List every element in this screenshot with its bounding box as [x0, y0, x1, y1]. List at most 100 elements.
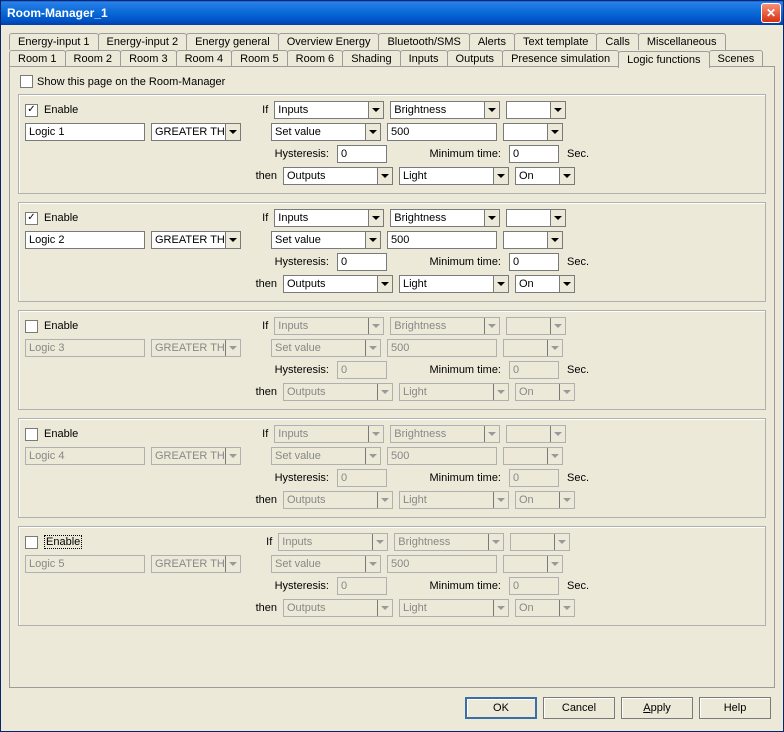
- enable-checkbox-3[interactable]: ✓: [25, 320, 38, 333]
- then-target-select-2[interactable]: Outputs: [283, 275, 393, 293]
- if-extra-select-5: [510, 533, 570, 551]
- then-action-select-2[interactable]: On: [515, 275, 575, 293]
- operator-select-1[interactable]: GREATER THAN: [151, 123, 241, 141]
- apply-button[interactable]: Apply: [621, 697, 693, 719]
- logic-group-2: ✓ Enable If Inputs Brightness Logic 2 GR…: [18, 202, 766, 302]
- enable-checkbox-2[interactable]: ✓: [25, 212, 38, 225]
- compare-value-input-2[interactable]: 500: [387, 231, 497, 249]
- enable-checkbox-5[interactable]: ✓: [25, 536, 38, 549]
- tab-calls[interactable]: Calls: [596, 33, 638, 50]
- chevron-down-icon: [554, 534, 569, 550]
- if-signal-select-2[interactable]: Brightness: [390, 209, 500, 227]
- tab-text-template[interactable]: Text template: [514, 33, 597, 50]
- hysteresis-label: Hysteresis:: [271, 580, 331, 592]
- chevron-down-icon: [550, 426, 565, 442]
- chevron-down-icon: [372, 534, 387, 550]
- tab-logic-functions[interactable]: Logic functions: [618, 51, 709, 68]
- then-action-select-3: On: [515, 383, 575, 401]
- chevron-down-icon: [377, 492, 392, 508]
- chevron-down-icon: [550, 102, 565, 118]
- tab-energy-general[interactable]: Energy general: [186, 33, 279, 50]
- compare-extra-select-2[interactable]: [503, 231, 563, 249]
- chevron-down-icon: [493, 492, 508, 508]
- tab-room-5[interactable]: Room 5: [231, 50, 288, 67]
- chevron-down-icon: [484, 210, 499, 226]
- chevron-down-icon: [365, 556, 380, 572]
- if-source-select-2[interactable]: Inputs: [274, 209, 384, 227]
- compare-source-select-1[interactable]: Set value: [271, 123, 381, 141]
- enable-checkbox-4[interactable]: ✓: [25, 428, 38, 441]
- client-area: Energy-input 1Energy-input 2Energy gener…: [1, 25, 783, 731]
- enable-label: Enable: [44, 320, 78, 332]
- if-source-select-1[interactable]: Inputs: [274, 101, 384, 119]
- tab-room-2[interactable]: Room 2: [65, 50, 122, 67]
- compare-source-select-2[interactable]: Set value: [271, 231, 381, 249]
- tab-scenes[interactable]: Scenes: [709, 50, 764, 67]
- ok-button[interactable]: OK: [465, 697, 537, 719]
- chevron-down-icon: [377, 168, 392, 184]
- operator-select-2[interactable]: GREATER THAN: [151, 231, 241, 249]
- tab-room-3[interactable]: Room 3: [120, 50, 177, 67]
- chevron-down-icon: [368, 426, 383, 442]
- if-signal-select-1[interactable]: Brightness: [390, 101, 500, 119]
- logic-name-input-2[interactable]: Logic 2: [25, 231, 145, 249]
- compare-extra-select-4: [503, 447, 563, 465]
- operator-select-3: GREATER THAN: [151, 339, 241, 357]
- enable-label: Enable: [44, 212, 78, 224]
- logic-group-1: ✓ Enable If Inputs Brightness Logic 1 GR…: [18, 94, 766, 194]
- hysteresis-input-1[interactable]: 0: [337, 145, 387, 163]
- logic-name-input-1[interactable]: Logic 1: [25, 123, 145, 141]
- chevron-down-icon: [559, 276, 574, 292]
- logic-group-5: ✓ Enable If Inputs Brightness Logic 5 GR…: [18, 526, 766, 626]
- tab-energy-input-1[interactable]: Energy-input 1: [9, 33, 99, 50]
- hysteresis-input-2[interactable]: 0: [337, 253, 387, 271]
- hysteresis-label: Hysteresis:: [271, 256, 331, 268]
- chevron-down-icon: [493, 276, 508, 292]
- chevron-down-icon: [559, 600, 574, 616]
- then-target-select-4: Outputs: [283, 491, 393, 509]
- titlebar: Room-Manager_1 ✕: [1, 1, 783, 25]
- tab-outputs[interactable]: Outputs: [447, 50, 504, 67]
- chevron-down-icon: [365, 448, 380, 464]
- chevron-down-icon: [365, 232, 380, 248]
- then-signal-select-1[interactable]: Light: [399, 167, 509, 185]
- minimum-time-label: Minimum time:: [393, 364, 503, 376]
- compare-extra-select-1[interactable]: [503, 123, 563, 141]
- if-label: If: [254, 536, 272, 548]
- tab-overview-energy[interactable]: Overview Energy: [278, 33, 380, 50]
- enable-checkbox-1[interactable]: ✓: [25, 104, 38, 117]
- tab-miscellaneous[interactable]: Miscellaneous: [638, 33, 726, 50]
- tab-alerts[interactable]: Alerts: [469, 33, 515, 50]
- tab-energy-input-2[interactable]: Energy-input 2: [98, 33, 188, 50]
- show-page-checkbox[interactable]: ✓: [20, 75, 33, 88]
- chevron-down-icon: [484, 102, 499, 118]
- logic-name-input-5: Logic 5: [25, 555, 145, 573]
- if-extra-select-1[interactable]: [506, 101, 566, 119]
- minimum-time-input-3: 0: [509, 361, 559, 379]
- then-signal-select-2[interactable]: Light: [399, 275, 509, 293]
- minimum-time-input-2[interactable]: 0: [509, 253, 559, 271]
- tab-presence-simulation[interactable]: Presence simulation: [502, 50, 619, 67]
- then-target-select-1[interactable]: Outputs: [283, 167, 393, 185]
- then-label: then: [247, 170, 277, 182]
- then-action-select-1[interactable]: On: [515, 167, 575, 185]
- show-page-label: Show this page on the Room-Manager: [37, 76, 225, 88]
- cancel-button[interactable]: Cancel: [543, 697, 615, 719]
- enable-label: Enable: [44, 104, 78, 116]
- tab-inputs[interactable]: Inputs: [400, 50, 448, 67]
- compare-value-input-1[interactable]: 500: [387, 123, 497, 141]
- tab-room-4[interactable]: Room 4: [176, 50, 233, 67]
- close-button[interactable]: ✕: [761, 3, 781, 23]
- tab-shading[interactable]: Shading: [342, 50, 400, 67]
- tab-bluetooth-sms[interactable]: Bluetooth/SMS: [378, 33, 469, 50]
- then-action-select-4: On: [515, 491, 575, 509]
- minimum-time-input-1[interactable]: 0: [509, 145, 559, 163]
- sec-label: Sec.: [565, 472, 589, 484]
- chevron-down-icon: [559, 492, 574, 508]
- tab-room-6[interactable]: Room 6: [287, 50, 344, 67]
- if-extra-select-2[interactable]: [506, 209, 566, 227]
- logic-name-input-4: Logic 4: [25, 447, 145, 465]
- help-button[interactable]: Help: [699, 697, 771, 719]
- enable-label: Enable: [44, 536, 82, 548]
- tab-room-1[interactable]: Room 1: [9, 50, 66, 67]
